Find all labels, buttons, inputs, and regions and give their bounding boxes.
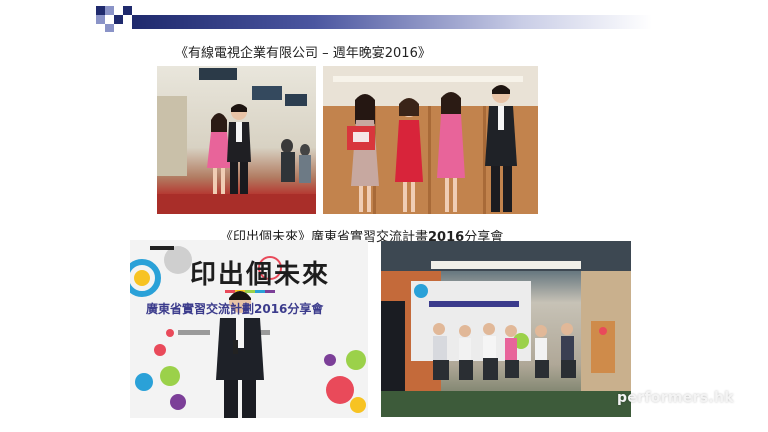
photo-sharing-session-panel [381,241,631,417]
photo-annual-dinner-performers [323,66,538,214]
photo-sharing-session-host: 印出個未來 廣東省實習交流計劃2016分享會 [130,240,368,418]
header-decoration [96,6,656,32]
banner-subtitle: 廣東省實習交流計劃2016分享會 [146,302,324,316]
photo-annual-dinner-hosts [157,66,316,214]
banner-title: 印出個未來 [190,260,331,290]
caption-annual-dinner: 《有線電視企業有限公司 – 週年晚宴2016》 [175,46,431,61]
watermark-text: performers.hk [617,390,734,406]
